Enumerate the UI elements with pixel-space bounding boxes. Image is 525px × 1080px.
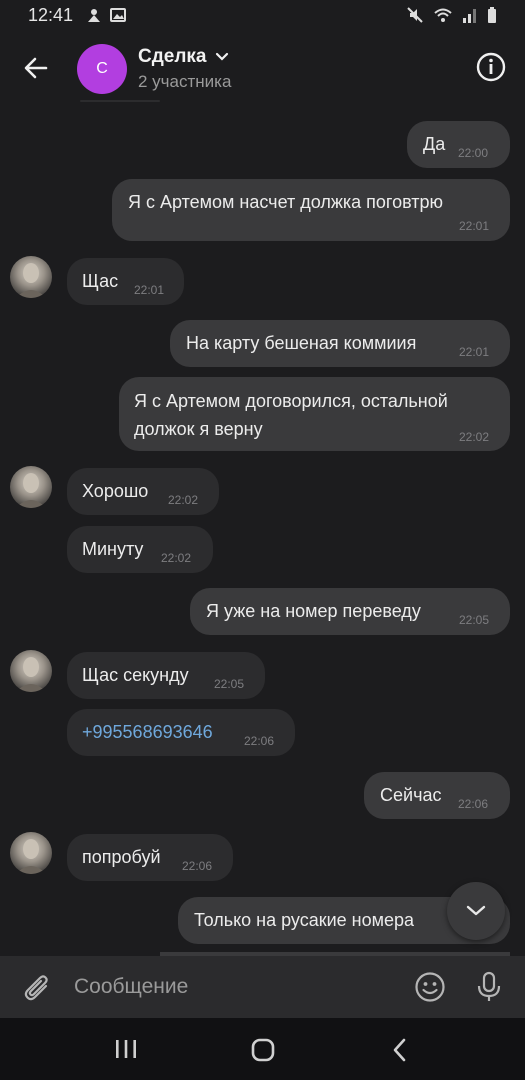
scroll-down-button[interactable] (447, 882, 505, 940)
sender-avatar[interactable] (10, 650, 52, 692)
phone-link[interactable]: +995568693646 (82, 722, 213, 743)
signal-icon (463, 9, 476, 23)
message-bubble-incoming[interactable]: +995568693646 22:06 (67, 709, 295, 756)
sender-avatar[interactable] (10, 256, 52, 298)
message-text: Минуту (82, 539, 144, 559)
message-text: На карту бешеная коммиия (186, 333, 417, 353)
message-input[interactable]: Сообщение (74, 975, 188, 999)
message-time: 22:01 (459, 345, 490, 359)
message-bubble-outgoing[interactable]: Я с Артемом насчет должка поговтрю 22:01 (112, 179, 510, 241)
battery-icon (488, 7, 496, 23)
wifi-icon (434, 8, 452, 22)
message-text-line1: Я с Артемом договорился, остальной (134, 391, 448, 411)
message-time: 22:02 (459, 430, 490, 444)
sender-avatar[interactable] (10, 832, 52, 874)
status-system-icons (406, 6, 497, 24)
message-bubble-outgoing[interactable]: Я с Артемом договорился, остальной должо… (119, 377, 510, 451)
message-time: 22:06 (244, 734, 275, 748)
message-time: 22:01 (459, 219, 490, 233)
chevron-down-icon[interactable] (215, 52, 229, 62)
sender-avatar[interactable] (10, 466, 52, 508)
chat-title[interactable]: Сделка (138, 46, 207, 68)
message-bubble-outgoing[interactable]: Я уже на номер переведу 22:05 (190, 588, 510, 635)
mute-icon (407, 7, 423, 23)
message-text: Я с Артемом насчет должка поговтрю (128, 192, 444, 212)
message-time: 22:06 (458, 797, 489, 811)
message-time: 22:06 (182, 859, 213, 873)
nav-back-icon[interactable] (390, 1037, 410, 1063)
back-arrow-icon[interactable] (20, 52, 52, 84)
message-text: попробуй (82, 847, 161, 867)
message-composer: Сообщение (0, 956, 525, 1018)
message-bubble-outgoing[interactable]: На карту бешеная коммиия 22:01 (170, 320, 510, 367)
message-bubble-incoming[interactable]: Минуту 22:02 (67, 526, 213, 573)
message-time: 22:05 (214, 677, 245, 691)
message-time: 22:00 (458, 146, 489, 160)
message-text: Я уже на номер переведу (206, 601, 421, 621)
chat-header: С Сделка 2 участника (0, 34, 525, 102)
gallery-icon (110, 8, 126, 22)
recent-apps-icon[interactable] (113, 1038, 139, 1060)
message-bubble-incoming[interactable]: Щас секунду 22:05 (67, 652, 265, 699)
message-time: 22:05 (459, 613, 490, 627)
notification-icon (88, 9, 100, 22)
chat-avatar[interactable]: С (77, 44, 127, 94)
message-bubble-outgoing[interactable]: Сейчас 22:06 (364, 772, 510, 819)
system-navigation-bar (0, 1018, 525, 1080)
message-text-line2: должок я верну (134, 419, 263, 439)
scroll-down-icon (466, 905, 486, 916)
message-bubble-incoming[interactable]: Хорошо 22:02 (67, 468, 219, 515)
message-time: 22:01 (134, 283, 165, 297)
message-text: Да (423, 134, 446, 154)
message-text: Щас секунду (82, 665, 189, 685)
message-time: 22:02 (161, 551, 192, 565)
message-time: 22:02 (168, 493, 199, 507)
chat-subtitle: 2 участника (138, 72, 232, 91)
message-text: Хорошо (82, 481, 149, 501)
status-time: 12:41 (28, 5, 74, 25)
message-bubble-incoming[interactable]: попробуй 22:06 (67, 834, 233, 881)
emoji-icon[interactable] (414, 971, 446, 1003)
status-bar: 12:41 (0, 0, 525, 34)
message-text: Сейчас (380, 785, 442, 805)
status-notification-icons (85, 6, 127, 24)
message-text: Щас (82, 271, 119, 291)
message-bubble-incoming[interactable]: Щас 22:01 (67, 258, 184, 305)
header-divider (80, 100, 160, 102)
info-icon[interactable] (475, 51, 507, 83)
home-icon[interactable] (250, 1037, 276, 1063)
message-bubble-outgoing[interactable]: Да 22:00 (407, 121, 510, 168)
paperclip-icon[interactable] (22, 972, 52, 1004)
message-text: Только на русакие номера (194, 910, 415, 930)
mic-icon[interactable] (475, 971, 503, 1003)
